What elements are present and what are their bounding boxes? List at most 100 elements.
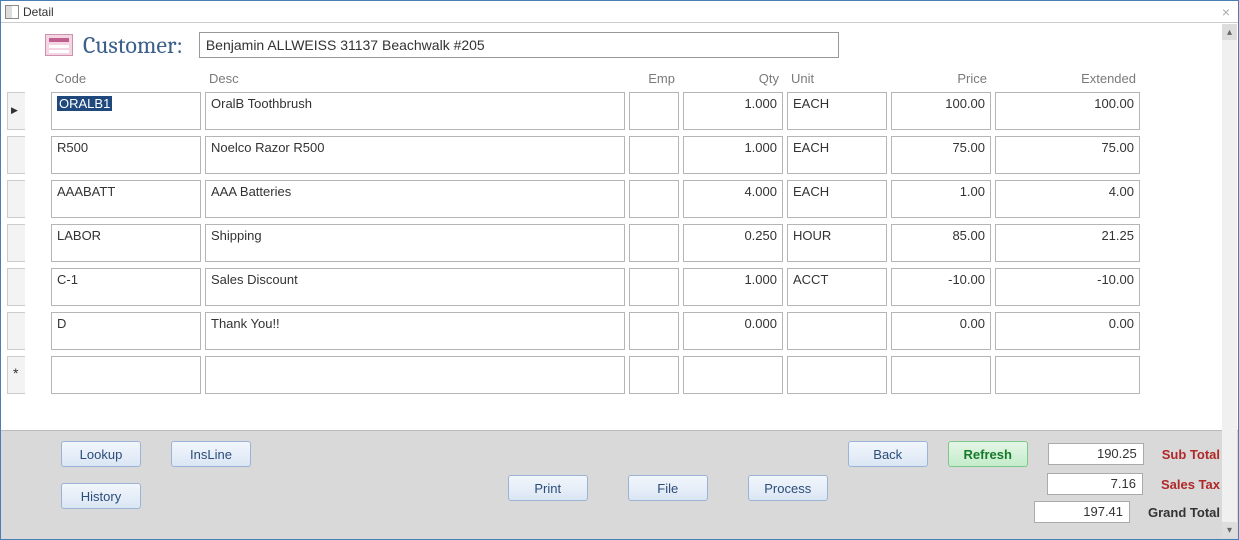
- history-button[interactable]: History: [61, 483, 141, 509]
- row-selector[interactable]: [7, 224, 25, 262]
- cell-code[interactable]: AAABATT: [51, 180, 201, 218]
- cell-unit[interactable]: [787, 356, 887, 394]
- cell-emp[interactable]: [629, 92, 679, 130]
- file-button[interactable]: File: [628, 475, 708, 501]
- row-selector[interactable]: [7, 356, 25, 394]
- cell-extended[interactable]: 21.25: [995, 224, 1140, 262]
- detail-window: Detail × ▴ ▾ Customer: Benjamin ALLWEISS…: [0, 0, 1239, 540]
- row-gap: [29, 136, 47, 174]
- col-code: Code: [51, 67, 201, 92]
- cell-desc[interactable]: [205, 356, 625, 394]
- window-title: Detail: [23, 5, 54, 19]
- cell-unit[interactable]: EACH: [787, 180, 887, 218]
- cell-code[interactable]: [51, 356, 201, 394]
- process-button[interactable]: Process: [748, 475, 828, 501]
- cell-desc[interactable]: Shipping: [205, 224, 625, 262]
- cell-price[interactable]: 0.00: [891, 312, 991, 350]
- cell-unit[interactable]: EACH: [787, 92, 887, 130]
- cell-extended[interactable]: [995, 356, 1140, 394]
- insline-button[interactable]: InsLine: [171, 441, 251, 467]
- cell-price[interactable]: 1.00: [891, 180, 991, 218]
- cell-emp[interactable]: [629, 136, 679, 174]
- cell-desc[interactable]: Thank You!!: [205, 312, 625, 350]
- cell-price[interactable]: 100.00: [891, 92, 991, 130]
- row-gap: [29, 356, 47, 394]
- form-window-icon: [5, 5, 19, 19]
- lookup-button[interactable]: Lookup: [61, 441, 141, 467]
- cell-qty[interactable]: 1.000: [683, 136, 783, 174]
- cell-emp[interactable]: [629, 268, 679, 306]
- rowsel-header: [7, 67, 25, 91]
- cell-code-text: ORALB1: [57, 96, 112, 111]
- scroll-down-icon[interactable]: ▾: [1222, 522, 1237, 538]
- cell-code[interactable]: ORALB1: [51, 92, 201, 130]
- cell-extended[interactable]: 4.00: [995, 180, 1140, 218]
- row-gap: [29, 224, 47, 262]
- vertical-scrollbar[interactable]: ▴ ▾: [1222, 24, 1237, 538]
- cell-code[interactable]: C-1: [51, 268, 201, 306]
- cell-unit[interactable]: [787, 312, 887, 350]
- print-button[interactable]: Print: [508, 475, 588, 501]
- cell-qty[interactable]: 0.250: [683, 224, 783, 262]
- cell-unit[interactable]: HOUR: [787, 224, 887, 262]
- salestax-label: Sales Tax: [1155, 477, 1220, 492]
- cell-extended[interactable]: 100.00: [995, 92, 1140, 130]
- col-extended: Extended: [995, 67, 1140, 92]
- cell-code[interactable]: LABOR: [51, 224, 201, 262]
- cell-code[interactable]: D: [51, 312, 201, 350]
- row-selector[interactable]: [7, 180, 25, 218]
- cell-emp[interactable]: [629, 224, 679, 262]
- customer-value: Benjamin ALLWEISS 31137 Beachwalk #205: [206, 37, 485, 53]
- cell-unit[interactable]: ACCT: [787, 268, 887, 306]
- cell-qty[interactable]: 4.000: [683, 180, 783, 218]
- row-selector[interactable]: [7, 312, 25, 350]
- cell-price[interactable]: -10.00: [891, 268, 991, 306]
- col-emp: Emp: [629, 67, 679, 92]
- cell-price[interactable]: 85.00: [891, 224, 991, 262]
- col-price: Price: [891, 67, 991, 92]
- title-bar: Detail ×: [1, 1, 1238, 23]
- cell-desc[interactable]: OralB Toothbrush: [205, 92, 625, 130]
- cell-qty[interactable]: 1.000: [683, 92, 783, 130]
- footer-bar: Lookup InsLine History Print File Proces…: [1, 430, 1238, 539]
- col-unit: Unit: [787, 67, 887, 92]
- refresh-button[interactable]: Refresh: [948, 441, 1028, 467]
- cell-extended[interactable]: 0.00: [995, 312, 1140, 350]
- cell-extended[interactable]: 75.00: [995, 136, 1140, 174]
- cell-qty[interactable]: [683, 356, 783, 394]
- subtotal-value: 190.25: [1048, 443, 1144, 465]
- cell-code[interactable]: R500: [51, 136, 201, 174]
- row-gap: [29, 180, 47, 218]
- customer-field[interactable]: Benjamin ALLWEISS 31137 Beachwalk #205: [199, 32, 839, 58]
- cell-extended[interactable]: -10.00: [995, 268, 1140, 306]
- grandtotal-label: Grand Total: [1142, 505, 1220, 520]
- cell-price[interactable]: [891, 356, 991, 394]
- salestax-value: 7.16: [1047, 473, 1143, 495]
- back-button[interactable]: Back: [848, 441, 928, 467]
- cell-desc[interactable]: AAA Batteries: [205, 180, 625, 218]
- row-selector[interactable]: [7, 92, 25, 130]
- grandtotal-value: 197.41: [1034, 501, 1130, 523]
- customer-form-icon: [45, 34, 73, 56]
- row-gap: [29, 92, 47, 130]
- cell-emp[interactable]: [629, 180, 679, 218]
- row-selector[interactable]: [7, 268, 25, 306]
- cell-desc[interactable]: Sales Discount: [205, 268, 625, 306]
- customer-label: Customer:: [83, 31, 183, 59]
- cell-price[interactable]: 75.00: [891, 136, 991, 174]
- cell-qty[interactable]: 0.000: [683, 312, 783, 350]
- cell-unit[interactable]: EACH: [787, 136, 887, 174]
- cell-desc[interactable]: Noelco Razor R500: [205, 136, 625, 174]
- row-selector[interactable]: [7, 136, 25, 174]
- col-desc: Desc: [205, 67, 625, 92]
- close-icon[interactable]: ×: [1218, 4, 1234, 20]
- line-items-grid: CodeDescEmpQtyUnitPriceExtendedORALB1Ora…: [1, 67, 1238, 400]
- cell-qty[interactable]: 1.000: [683, 268, 783, 306]
- header-area: Customer: Benjamin ALLWEISS 31137 Beachw…: [1, 23, 1238, 67]
- gap-header: [29, 67, 47, 91]
- cell-emp[interactable]: [629, 356, 679, 394]
- subtotal-label: Sub Total: [1156, 447, 1220, 462]
- cell-emp[interactable]: [629, 312, 679, 350]
- row-gap: [29, 268, 47, 306]
- scroll-up-icon[interactable]: ▴: [1222, 24, 1237, 40]
